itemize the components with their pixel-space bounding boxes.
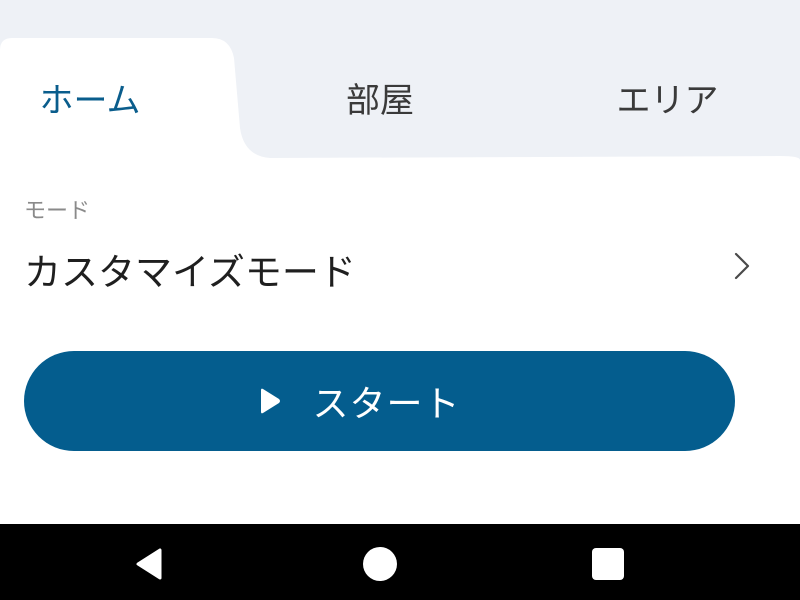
start-button[interactable]: スタート [24,351,735,451]
status-area [0,0,800,38]
tab-room-label: 部屋 [346,80,414,121]
home-icon[interactable] [360,544,400,584]
chevron-right-icon [734,252,750,280]
start-button-label: スタート [312,384,461,425]
recent-apps-icon[interactable] [588,544,628,584]
play-icon [261,388,281,414]
tab-home[interactable]: ホーム [0,38,180,156]
tab-home-label: ホーム [39,80,141,121]
back-icon[interactable] [130,544,170,584]
mode-selector[interactable]: カスタマイズモード [0,228,800,304]
mode-value: カスタマイズモード [24,251,356,294]
system-nav-bar [0,524,800,600]
tab-area-label: エリア [616,80,719,121]
tab-bar: ホーム 部屋 エリア [0,38,800,162]
tab-room[interactable]: 部屋 [270,38,490,156]
mode-caption: モード [24,199,91,224]
app-screen: ホーム 部屋 エリア モード カスタマイズモード スタート [0,0,800,600]
tab-area[interactable]: エリア [560,38,775,156]
